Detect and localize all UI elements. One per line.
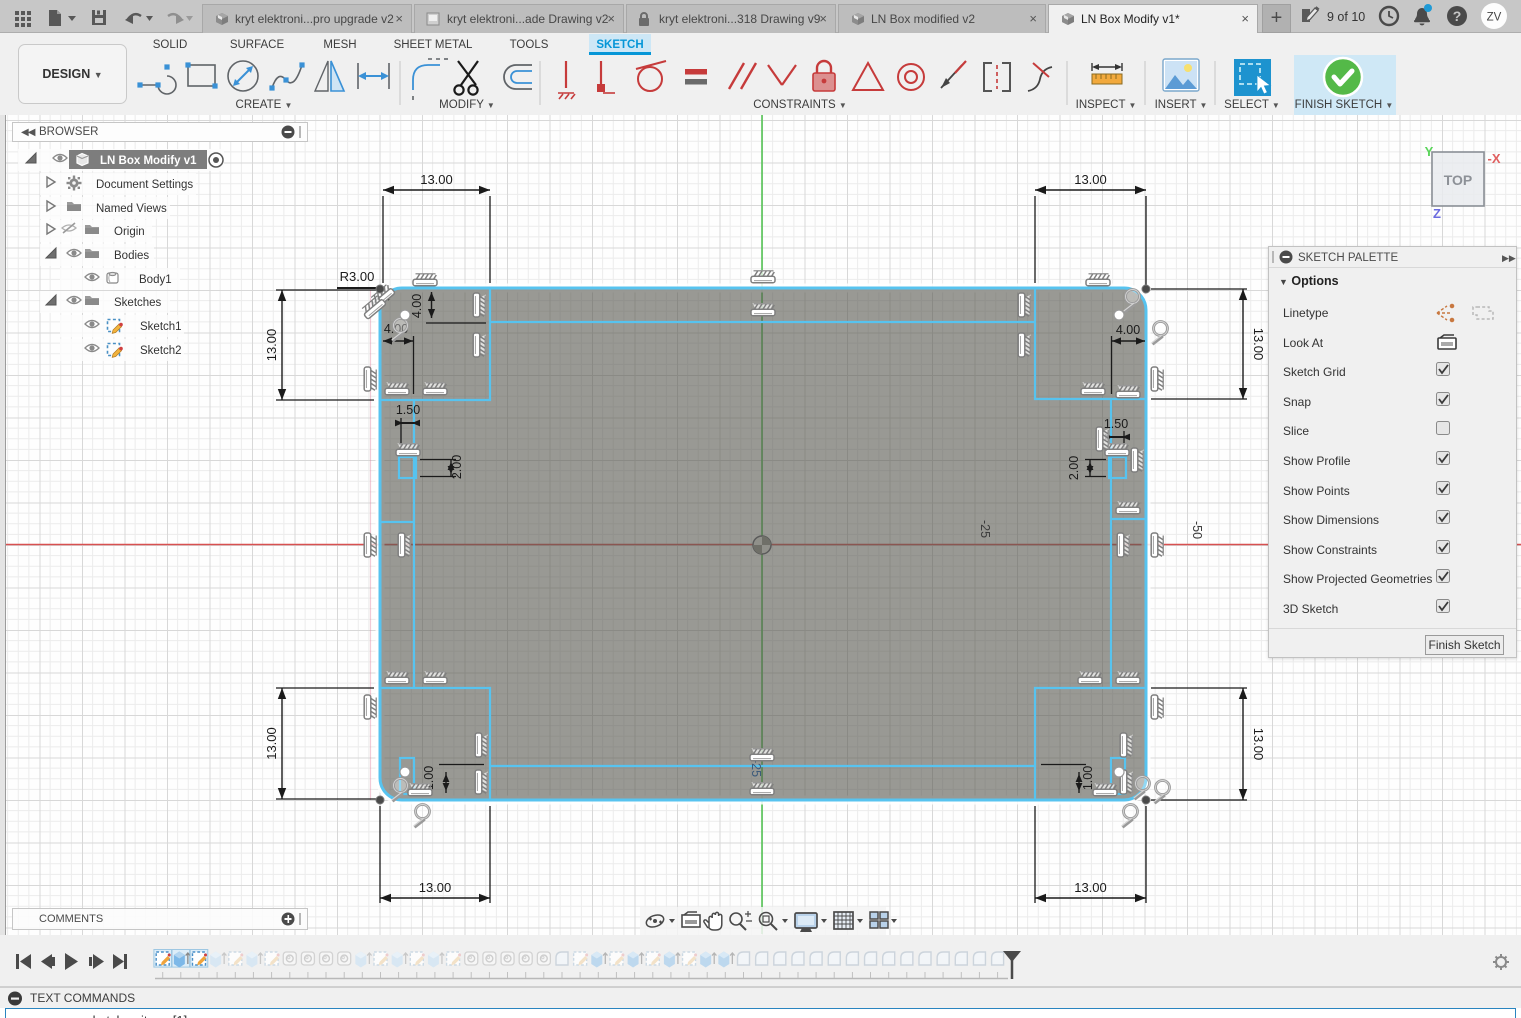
svg-text:1.00: 1.00 [1081,766,1095,790]
svg-text:1.50: 1.50 [1104,417,1128,431]
svg-text:SKETCH PALETTE: SKETCH PALETTE [1298,252,1398,264]
svg-text:-X: -X [1488,151,1501,166]
svg-text:▶▶: ▶▶ [1502,253,1516,263]
svg-text:4.00: 4.00 [410,294,424,318]
svg-text:ZV: ZV [1487,12,1502,24]
svg-text:13.00: 13.00 [419,880,452,895]
svg-text:13.00: 13.00 [264,329,279,362]
svg-text:13.00: 13.00 [264,727,279,760]
svg-text:Y: Y [1425,144,1434,159]
svg-text:4.00: 4.00 [1116,323,1140,337]
svg-text:13.00: 13.00 [1074,880,1107,895]
svg-text:1.50: 1.50 [396,403,420,417]
svg-text:13.00: 13.00 [1251,328,1266,361]
svg-text:13.00: 13.00 [1074,172,1107,187]
svg-text:?: ? [1453,8,1462,24]
svg-text:13.00: 13.00 [1251,728,1266,761]
svg-text:R3.00: R3.00 [340,269,375,284]
svg-text:2.00: 2.00 [1067,456,1081,480]
svg-text:9 of 10: 9 of 10 [1327,10,1365,24]
svg-text:13.00: 13.00 [420,172,453,187]
svg-text:-25: -25 [978,520,992,538]
svg-text:-25: -25 [749,759,763,777]
svg-text:TOP: TOP [1444,172,1473,188]
svg-text:Z: Z [1433,206,1441,221]
svg-text:-50: -50 [1190,521,1204,539]
